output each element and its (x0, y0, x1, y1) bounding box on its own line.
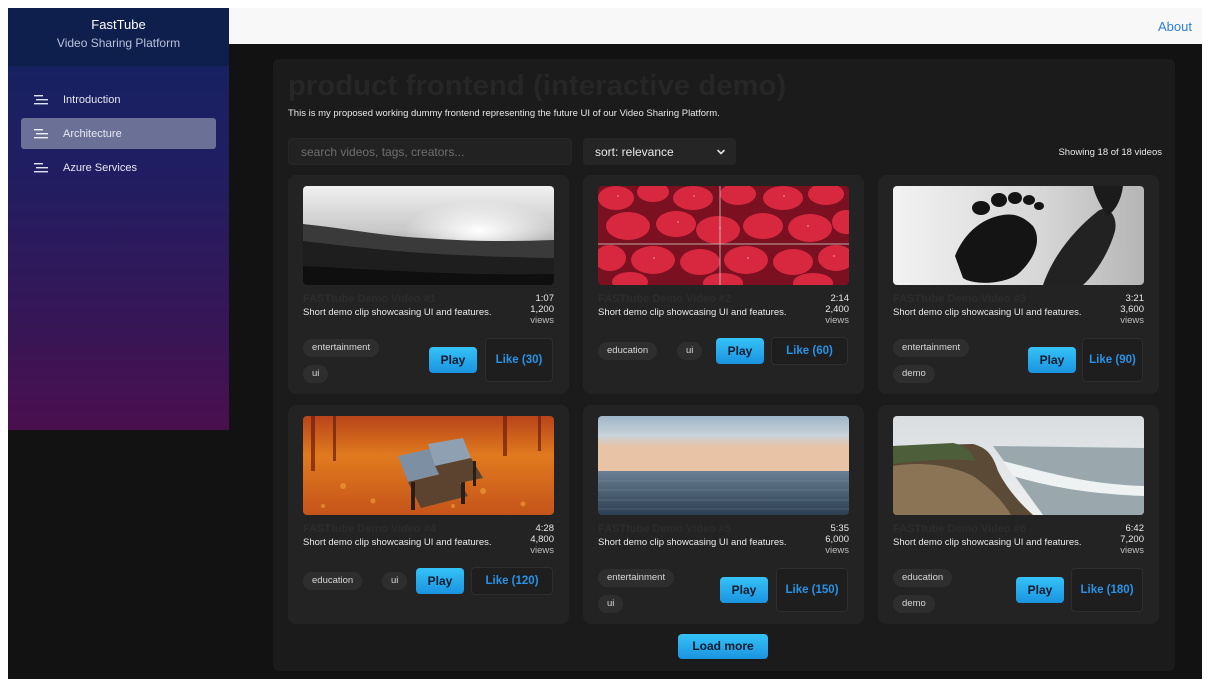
play-button[interactable]: Play (720, 577, 768, 603)
video-title: FASTtube Demo Video #6 (893, 523, 1027, 535)
tag-chip[interactable]: demo (893, 595, 935, 613)
menu-lines-icon (34, 162, 50, 173)
intro-text: This is my proposed working dummy fronte… (288, 108, 720, 119)
main-panel: product frontend (interactive demo) This… (273, 59, 1175, 671)
video-card: FASTtube Demo Video #1 Short demo clip s… (288, 175, 569, 394)
tag-chip[interactable]: ui (382, 572, 408, 590)
video-views-label: views (530, 545, 554, 556)
video-description: Short demo clip showcasing UI and featur… (598, 537, 787, 548)
video-card: FASTtube Demo Video #5 Short demo clip s… (583, 405, 864, 624)
about-link[interactable]: About (1158, 19, 1192, 34)
menu-lines-icon (34, 128, 50, 139)
video-thumbnail[interactable] (893, 416, 1144, 515)
video-thumbnail[interactable] (598, 416, 849, 515)
video-meta: 6:42 7,200 views (1120, 523, 1144, 556)
video-card: FASTtube Demo Video #3 Short demo clip s… (878, 175, 1159, 394)
like-button[interactable]: Like (150) (776, 568, 848, 612)
video-views-label: views (1120, 545, 1144, 556)
video-description: Short demo clip showcasing UI and featur… (303, 307, 492, 318)
video-card: FASTtube Demo Video #6 Short demo clip s… (878, 405, 1159, 624)
tag-chip[interactable]: education (598, 342, 658, 360)
brand: FastTube Video Sharing Platform (8, 8, 229, 66)
video-thumbnail[interactable] (893, 186, 1144, 285)
top-bar: About (229, 8, 1202, 44)
video-title: FASTtube Demo Video #2 (598, 293, 732, 305)
sort-select-value: sort: relevance (595, 144, 674, 159)
chevron-down-icon (716, 146, 726, 160)
sidebar-item-label: Introduction (63, 93, 121, 106)
video-description: Short demo clip showcasing UI and featur… (598, 307, 787, 318)
video-views-count: 4,800 (530, 534, 554, 545)
video-meta: 2:14 2,400 views (825, 293, 849, 326)
tag-chip[interactable]: entertainment (893, 339, 970, 357)
sidebar-item-label: Azure Services (63, 161, 137, 174)
sidebar-item-azure-services[interactable]: Azure Services (21, 152, 216, 183)
brand-title: FastTube (91, 17, 146, 32)
video-title: FASTtube Demo Video #5 (598, 523, 732, 535)
video-title: FASTtube Demo Video #1 (303, 293, 437, 305)
video-meta: 4:28 4,800 views (530, 523, 554, 556)
video-duration: 2:14 (830, 293, 850, 304)
video-title: FASTtube Demo Video #4 (303, 523, 437, 535)
video-meta: 3:21 3,600 views (1120, 293, 1144, 326)
video-thumbnail[interactable] (303, 416, 554, 515)
tag-chip[interactable]: education (893, 569, 953, 587)
video-thumbnail[interactable] (598, 186, 849, 285)
video-meta: 5:35 6,000 views (825, 523, 849, 556)
like-button[interactable]: Like (60) (771, 337, 848, 365)
video-views-label: views (825, 315, 849, 326)
sidebar-item-label: Architecture (63, 127, 122, 140)
load-more-button[interactable]: Load more (678, 634, 768, 659)
like-button[interactable]: Like (180) (1071, 568, 1143, 612)
tag-chip[interactable]: ui (598, 595, 624, 613)
video-thumbnail[interactable] (303, 186, 554, 285)
video-views-count: 2,400 (825, 304, 849, 315)
sort-select[interactable]: sort: relevance (583, 138, 736, 165)
video-description: Short demo clip showcasing UI and featur… (893, 537, 1082, 548)
brand-subtitle: Video Sharing Platform (56, 36, 181, 50)
tag-chip[interactable]: entertainment (303, 339, 380, 357)
video-views-label: views (1120, 315, 1144, 326)
play-button[interactable]: Play (1016, 577, 1064, 603)
video-card: FASTtube Demo Video #2 Short demo clip s… (583, 175, 864, 394)
video-duration: 4:28 (535, 523, 555, 534)
video-title: FASTtube Demo Video #3 (893, 293, 1027, 305)
video-description: Short demo clip showcasing UI and featur… (893, 307, 1082, 318)
video-views-count: 3,600 (1120, 304, 1144, 315)
sidebar: FastTube Video Sharing Platform Introduc… (8, 8, 229, 430)
video-views-count: 7,200 (1120, 534, 1144, 545)
result-count: Showing 18 of 18 videos (1058, 147, 1162, 158)
play-button[interactable]: Play (429, 347, 477, 373)
video-views-count: 6,000 (825, 534, 849, 545)
video-views-label: views (530, 315, 554, 326)
sidebar-item-architecture[interactable]: Architecture (21, 118, 216, 149)
tag-chip[interactable]: education (303, 572, 363, 590)
menu-lines-icon (34, 94, 50, 105)
video-views-label: views (825, 545, 849, 556)
tag-chip[interactable]: demo (893, 365, 935, 383)
play-button[interactable]: Play (716, 338, 764, 364)
like-button[interactable]: Like (90) (1082, 338, 1143, 382)
app-frame: FastTube Video Sharing Platform Introduc… (8, 8, 1202, 679)
like-button[interactable]: Like (120) (471, 567, 553, 595)
search-input[interactable] (288, 138, 572, 165)
play-button[interactable]: Play (1028, 347, 1076, 373)
play-button[interactable]: Play (416, 568, 464, 594)
tag-chip[interactable]: ui (677, 342, 703, 360)
page-title: product frontend (interactive demo) (288, 70, 787, 102)
sidebar-nav: Introduction Architecture Azure Services (8, 84, 229, 183)
video-duration: 3:21 (1125, 293, 1145, 304)
video-duration: 5:35 (830, 523, 850, 534)
video-duration: 6:42 (1125, 523, 1145, 534)
video-views-count: 1,200 (530, 304, 554, 315)
like-button[interactable]: Like (30) (485, 338, 553, 382)
tag-chip[interactable]: ui (303, 365, 329, 383)
tag-chip[interactable]: entertainment (598, 569, 675, 587)
sidebar-item-introduction[interactable]: Introduction (21, 84, 216, 115)
video-description: Short demo clip showcasing UI and featur… (303, 537, 492, 548)
video-meta: 1:07 1,200 views (530, 293, 554, 326)
video-duration: 1:07 (535, 293, 555, 304)
video-card: FASTtube Demo Video #4 Short demo clip s… (288, 405, 569, 624)
